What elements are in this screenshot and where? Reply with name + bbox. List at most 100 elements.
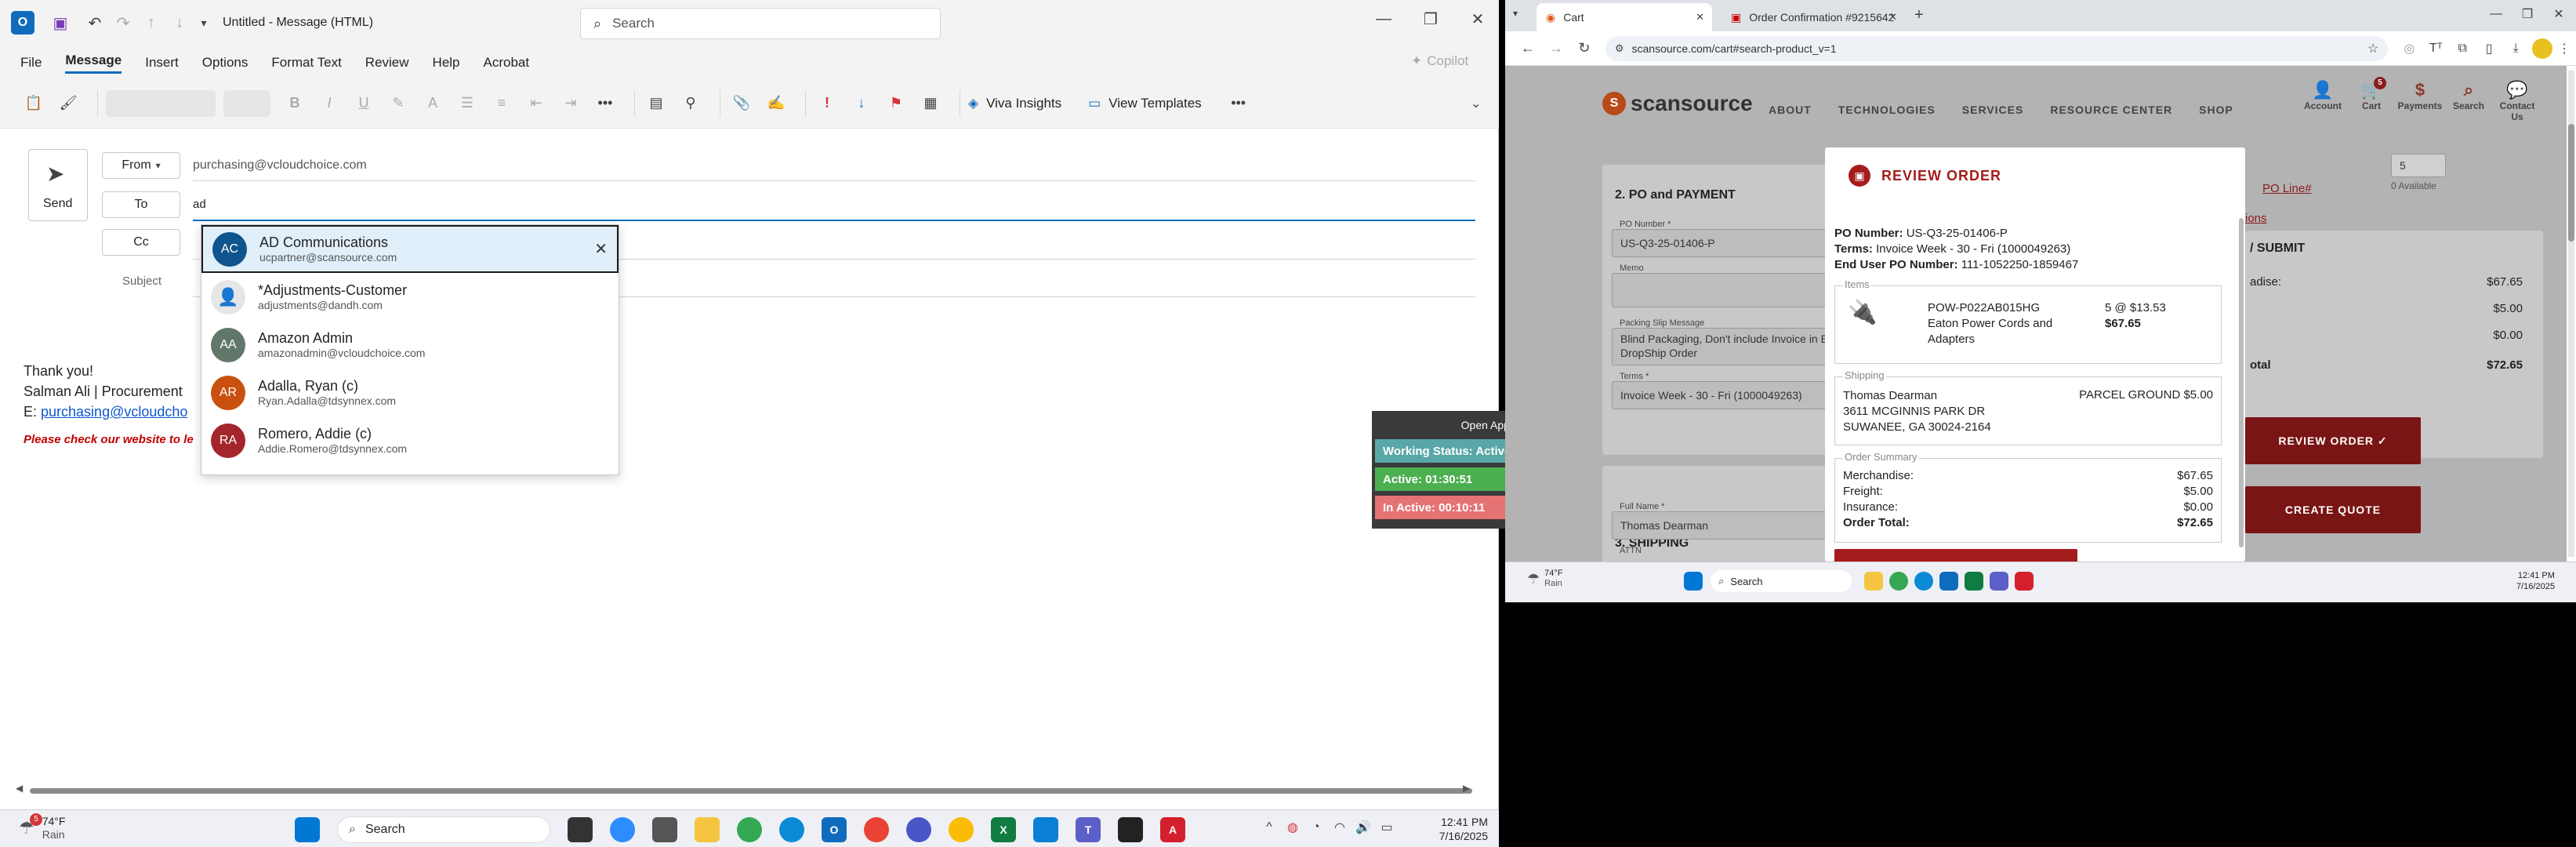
teams-icon[interactable] xyxy=(1990,572,2008,591)
font-name-select[interactable] xyxy=(106,89,216,117)
teams-icon[interactable]: T xyxy=(1076,817,1101,842)
more-format-icon[interactable]: ••• xyxy=(592,88,619,119)
tab-options[interactable]: Options xyxy=(202,55,249,71)
page-scrollbar-thumb[interactable] xyxy=(2568,124,2574,242)
zoom-icon[interactable] xyxy=(610,817,635,842)
address-book-icon[interactable]: ▤ xyxy=(643,88,669,119)
acrobat-icon[interactable] xyxy=(2015,572,2034,591)
format-painter-icon[interactable]: 🖌 xyxy=(55,88,82,119)
tab-insert[interactable]: Insert xyxy=(145,55,179,71)
outlook-icon[interactable]: O xyxy=(822,817,847,842)
security-icon[interactable]: ◍ xyxy=(1281,820,1304,835)
minimize-icon[interactable]: — xyxy=(2480,7,2512,21)
suggestion-item[interactable]: AC AD Communications ucpartner@scansource… xyxy=(201,225,619,273)
taskbar-search[interactable]: ⌕ Search xyxy=(337,816,550,843)
weather-widget[interactable]: ☂ 5 74°F Rain xyxy=(19,813,65,842)
download-icon[interactable]: ⤓ xyxy=(2502,42,2529,56)
bold-icon[interactable]: B xyxy=(281,88,308,119)
extensions-puzzle-icon[interactable]: ⧉ xyxy=(2449,42,2476,56)
tab-close-icon[interactable]: ✕ xyxy=(1696,11,1704,24)
save-icon[interactable]: ▣ xyxy=(49,13,72,33)
numbering-icon[interactable]: ≡ xyxy=(488,88,515,119)
horizontal-scrollbar[interactable]: ◀ ▶ xyxy=(16,783,1474,795)
chrome-tab-cart[interactable]: ◉ Cart ✕ xyxy=(1537,3,1712,31)
italic-icon[interactable]: I xyxy=(316,88,343,119)
sidebar-icon[interactable]: ▯ xyxy=(2476,41,2502,56)
to-input[interactable]: ad xyxy=(193,198,206,211)
undo-icon[interactable]: ↶ xyxy=(83,13,107,33)
chrome-alt-icon[interactable] xyxy=(949,817,974,842)
nav-cart[interactable]: 🛒 5 Cart xyxy=(2347,77,2396,111)
tab-format-text[interactable]: Format Text xyxy=(271,55,341,71)
nav-search[interactable]: ⌕ Search xyxy=(2444,80,2493,111)
excel-icon[interactable]: X xyxy=(991,817,1016,842)
tab-review[interactable]: Review xyxy=(365,55,409,71)
translate-icon[interactable]: Tᵀ xyxy=(2422,42,2449,56)
tab-help[interactable]: Help xyxy=(433,55,460,71)
edge-icon[interactable] xyxy=(1914,572,1933,591)
terminal-icon[interactable] xyxy=(1118,817,1143,842)
suggestion-item[interactable]: AR Adalla, Ryan (c) Ryan.Adalla@tdsynnex.… xyxy=(201,369,619,416)
copilot-button[interactable]: ✦ Copilot xyxy=(1411,53,1468,69)
site-info-icon[interactable]: ⚙ xyxy=(1615,42,1624,55)
suggestion-item[interactable]: 👤 *Adjustments-Customer adjustments@dandh… xyxy=(201,273,619,321)
ribbon-collapse-icon[interactable]: ⌄ xyxy=(1471,96,1481,111)
file-explorer-icon[interactable] xyxy=(695,817,720,842)
taskbar-search-secondary[interactable]: ⌕ Search xyxy=(1711,570,1852,592)
increase-indent-icon[interactable]: ⇥ xyxy=(557,88,584,119)
cc-button[interactable]: Cc xyxy=(102,229,180,256)
weather-widget-secondary[interactable]: ☂ 74°F Rain xyxy=(1527,569,1563,589)
page-scrollbar[interactable] xyxy=(2568,71,2574,557)
reload-icon[interactable]: ↻ xyxy=(1573,40,1596,56)
meet-now-icon[interactable]: ◔ xyxy=(1304,820,1328,834)
open-app-button[interactable]: Open App ↗ xyxy=(1372,411,1527,439)
font-color-icon[interactable]: A xyxy=(419,88,446,119)
clock-time-secondary[interactable]: 12:41 PM xyxy=(2516,570,2555,581)
low-importance-icon[interactable]: ↓ xyxy=(848,88,875,119)
more-commands-icon[interactable]: ••• xyxy=(1225,88,1252,119)
follow-up-flag-icon[interactable]: ⚑ xyxy=(883,88,909,119)
start-icon[interactable] xyxy=(1684,572,1703,591)
from-button[interactable]: From ▾ xyxy=(102,152,180,179)
task-view-icon[interactable] xyxy=(568,817,593,842)
tab-acrobat[interactable]: Acrobat xyxy=(484,55,530,71)
chrome-icon[interactable] xyxy=(1889,572,1908,591)
signature-icon[interactable]: ✍ xyxy=(763,88,789,119)
suggestion-item[interactable]: RA Romero, Addie (c) Addie.Romero@tdsynne… xyxy=(201,416,619,464)
nav-contact[interactable]: 💬 Contact Us xyxy=(2493,80,2542,122)
scroll-right-icon[interactable]: ▶ xyxy=(1463,783,1470,794)
webex-icon[interactable] xyxy=(906,817,931,842)
check-names-icon[interactable]: ⚲ xyxy=(677,88,704,119)
acrobat-icon[interactable]: A xyxy=(1160,817,1185,842)
body-email-link[interactable]: purchasing@vcloudcho xyxy=(41,404,187,420)
battery-icon[interactable]: ▭ xyxy=(1375,820,1399,835)
close-icon[interactable]: ✕ xyxy=(1458,9,1497,29)
nav-shop[interactable]: SHOP xyxy=(2199,104,2233,116)
extension-icon[interactable]: ◎ xyxy=(2396,41,2422,56)
outlook-icon[interactable] xyxy=(1939,572,1958,591)
customize-toolbar-icon[interactable]: ▾ xyxy=(196,16,212,30)
po-line-link[interactable]: PO Line# xyxy=(2262,182,2312,195)
profile-avatar-icon[interactable] xyxy=(2532,38,2553,59)
modal-scrollbar[interactable] xyxy=(2239,218,2244,547)
remote-desktop-icon[interactable] xyxy=(1033,817,1058,842)
create-quote-button[interactable]: CREATE QUOTE xyxy=(2245,486,2421,533)
tab-message[interactable]: Message xyxy=(65,53,122,74)
chrome-menu-icon[interactable]: ⋮ xyxy=(2552,41,2576,56)
bullets-icon[interactable]: ☰ xyxy=(454,88,481,119)
tab-search-icon[interactable]: ▾ xyxy=(1513,8,1518,19)
nav-resource-center[interactable]: RESOURCE CENTER xyxy=(2050,104,2172,116)
nav-technologies[interactable]: TECHNOLOGIES xyxy=(1838,104,1936,116)
paste-icon[interactable]: 📋 xyxy=(20,88,47,119)
options-link[interactable]: ions xyxy=(2245,212,2267,225)
suggestion-item[interactable]: AA Amazon Admin amazonadmin@vcloudchoice.… xyxy=(201,321,619,369)
back-icon[interactable]: ← xyxy=(1516,40,1540,56)
minimize-icon[interactable]: — xyxy=(1364,10,1403,28)
clock-date[interactable]: 7/16/2025 xyxy=(1428,829,1488,843)
arrow-down-icon[interactable]: ↓ xyxy=(168,14,191,32)
send-button[interactable]: ➤ Send xyxy=(28,149,88,221)
file-explorer-icon[interactable] xyxy=(1864,572,1883,591)
font-size-select[interactable] xyxy=(223,89,270,117)
scroll-left-icon[interactable]: ◀ xyxy=(16,783,23,794)
redo-icon[interactable]: ↷ xyxy=(111,13,135,33)
